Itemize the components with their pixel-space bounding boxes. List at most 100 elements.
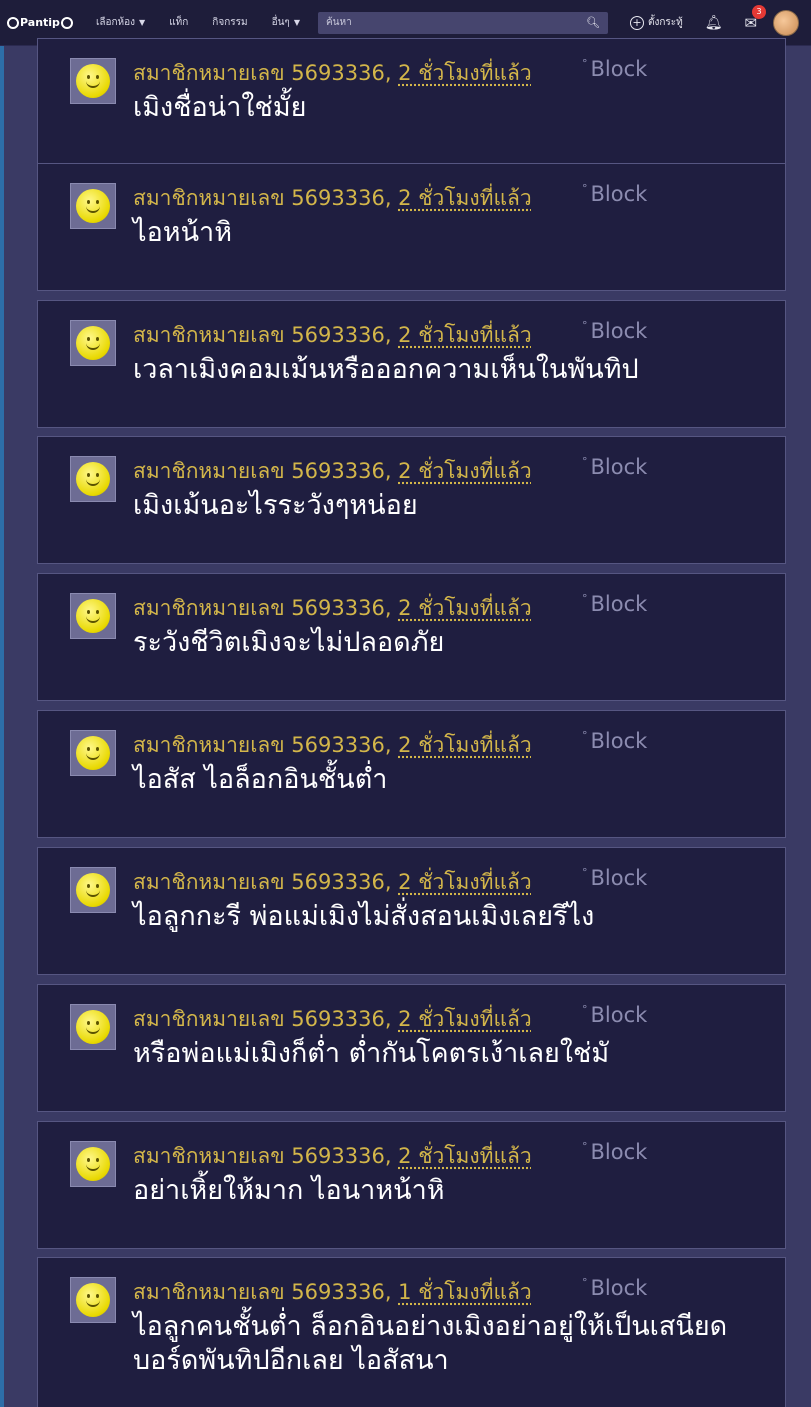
nav-label: เลือกห้อง <box>95 17 136 28</box>
comment-time[interactable]: 2 ชั่วโมงที่แล้ว <box>398 733 532 757</box>
smiley-icon <box>76 189 110 223</box>
comment-author[interactable]: สมาชิกหมายเลข 5693336 <box>133 186 385 210</box>
comment-author[interactable]: สมาชิกหมายเลข 5693336 <box>133 459 385 483</box>
block-button[interactable]: ° Block <box>582 182 647 206</box>
comment-author[interactable]: สมาชิกหมายเลข 5693336 <box>133 61 385 85</box>
nav-activities[interactable]: กิจกรรม <box>212 15 247 30</box>
block-button[interactable]: ° Block <box>582 866 647 890</box>
block-label: Block <box>590 319 648 343</box>
smiley-icon <box>76 599 110 633</box>
avatar[interactable] <box>70 183 116 229</box>
comment-meta: สมาชิกหมายเลข 5693336, 2 ชั่วโมงที่แล้ว <box>133 733 532 757</box>
search-input[interactable]: ค้นหา 🔍︎ <box>317 11 608 34</box>
avatar[interactable] <box>70 730 116 776</box>
comment-meta: สมาชิกหมายเลข 5693336, 2 ชั่วโมงที่แล้ว <box>133 1007 532 1031</box>
comment-author[interactable]: สมาชิกหมายเลข 5693336 <box>133 733 385 757</box>
block-label: Block <box>590 866 648 890</box>
comment-meta: สมาชิกหมายเลข 5693336, 2 ชั่วโมงที่แล้ว <box>133 186 532 210</box>
avatar[interactable] <box>70 1277 116 1323</box>
mail-badge: 3 <box>752 4 767 19</box>
comment-text: เวลาเมิงคอมเม้นหรือออกความเห็นในพันทิป <box>133 354 639 385</box>
comment-item: สมาชิกหมายเลข 5693336, 2 ชั่วโมงที่แล้ว … <box>37 847 786 975</box>
comment-item: สมาชิกหมายเลข 5693336, 1 ชั่วโมงที่แล้ว … <box>37 1257 786 1407</box>
caret-down-icon: ▼ <box>293 18 300 27</box>
comment-meta: สมาชิกหมายเลข 5693336, 2 ชั่วโมงที่แล้ว <box>133 870 532 894</box>
avatar[interactable] <box>70 593 116 639</box>
block-button[interactable]: ° Block <box>582 1140 647 1164</box>
mail-icon[interactable]: ✉ 3 <box>745 4 767 32</box>
create-topic-label: ตั้งกระทู้ <box>647 17 683 28</box>
search-placeholder: ค้นหา <box>325 17 352 28</box>
caret-down-icon: ▼ <box>139 18 146 27</box>
smiley-icon <box>76 1283 110 1317</box>
comment-text: อย่าเหิ้ยให้มาก ไอนาหน้าหิ <box>133 1175 445 1206</box>
comment-item: สมาชิกหมายเลข 5693336, 2 ชั่วโมงที่แล้ว … <box>37 163 786 291</box>
nav-label: กิจกรรม <box>212 17 248 28</box>
block-label: Block <box>590 57 648 81</box>
smiley-icon <box>76 736 110 770</box>
comment-meta: สมาชิกหมายเลข 5693336, 1 ชั่วโมงที่แล้ว <box>133 1280 532 1304</box>
plus-circle-icon: + <box>629 15 644 30</box>
block-button[interactable]: ° Block <box>582 1003 647 1027</box>
comment-meta: สมาชิกหมายเลข 5693336, 2 ชั่วโมงที่แล้ว <box>133 61 532 85</box>
comment-time[interactable]: 2 ชั่วโมงที่แล้ว <box>398 596 532 620</box>
comment-meta: สมาชิกหมายเลข 5693336, 2 ชั่วโมงที่แล้ว <box>133 596 532 620</box>
comment-meta: สมาชิกหมายเลข 5693336, 2 ชั่วโมงที่แล้ว <box>133 459 532 483</box>
smiley-icon <box>76 1010 110 1044</box>
block-label: Block <box>590 182 648 206</box>
block-button[interactable]: ° Block <box>582 592 647 616</box>
nav-label: แท็ก <box>169 17 189 28</box>
comment-author[interactable]: สมาชิกหมายเลข 5693336 <box>133 1144 385 1168</box>
comment-text: หรือพ่อแม่เมิงก็ต่ำ ต่ำกันโคตรเง้าเลยใช่… <box>133 1038 610 1069</box>
nav-more[interactable]: อื่นๆ ▼ <box>272 15 300 30</box>
comment-text: เมิงเม้นอะไรระวังๆหน่อย <box>133 490 418 521</box>
avatar[interactable] <box>70 1141 116 1187</box>
comment-item: สมาชิกหมายเลข 5693336, 2 ชั่วโมงที่แล้ว … <box>37 38 786 166</box>
smiley-icon <box>76 326 110 360</box>
pantip-logo[interactable]: Pantip <box>6 16 74 29</box>
block-button[interactable]: ° Block <box>582 729 647 753</box>
avatar[interactable] <box>70 456 116 502</box>
block-label: Block <box>590 1276 648 1300</box>
nav-label: อื่นๆ <box>271 17 290 28</box>
avatar[interactable] <box>70 867 116 913</box>
comment-time[interactable]: 2 ชั่วโมงที่แล้ว <box>398 323 532 347</box>
comment-meta: สมาชิกหมายเลข 5693336, 2 ชั่วโมงที่แล้ว <box>133 323 532 347</box>
user-avatar[interactable] <box>773 9 800 36</box>
nav-tags[interactable]: แท็ก <box>169 15 188 30</box>
comment-time[interactable]: 2 ชั่วโมงที่แล้ว <box>398 459 532 483</box>
comment-text: ไอลูกคนชั้นต่ำ ล็อกอินอย่างเมิงอย่าอยู่ใ… <box>133 1311 728 1376</box>
smiley-icon <box>76 462 110 496</box>
comment-time[interactable]: 2 ชั่วโมงที่แล้ว <box>398 186 532 210</box>
nav-choose-room[interactable]: เลือกห้อง ▼ <box>96 15 145 30</box>
block-label: Block <box>590 592 648 616</box>
comment-time[interactable]: 2 ชั่วโมงที่แล้ว <box>398 1007 532 1031</box>
comment-author[interactable]: สมาชิกหมายเลข 5693336 <box>133 323 385 347</box>
comment-text: ระวังชีวิตเมิงจะไม่ปลอดภัย <box>133 627 445 658</box>
block-label: Block <box>590 455 648 479</box>
comment-author[interactable]: สมาชิกหมายเลข 5693336 <box>133 1280 385 1304</box>
comment-author[interactable]: สมาชิกหมายเลข 5693336 <box>133 870 385 894</box>
comment-time[interactable]: 2 ชั่วโมงที่แล้ว <box>398 61 532 85</box>
block-button[interactable]: ° Block <box>582 455 647 479</box>
block-button[interactable]: ° Block <box>582 319 647 343</box>
comment-author[interactable]: สมาชิกหมายเลข 5693336 <box>133 596 385 620</box>
comment-item: สมาชิกหมายเลข 5693336, 2 ชั่วโมงที่แล้ว … <box>37 1121 786 1249</box>
comment-item: สมาชิกหมายเลข 5693336, 2 ชั่วโมงที่แล้ว … <box>37 573 786 701</box>
smiley-icon <box>76 873 110 907</box>
create-topic-button[interactable]: + ตั้งกระทู้ <box>629 15 683 30</box>
avatar[interactable] <box>70 58 116 104</box>
comment-text: ไอลูกกะรี พ่อแม่เมิงไม่สั่งสอนเมิงเลยรึไ… <box>133 901 595 932</box>
comment-item: สมาชิกหมายเลข 5693336, 2 ชั่วโมงที่แล้ว … <box>37 710 786 838</box>
block-button[interactable]: ° Block <box>582 1276 647 1300</box>
comment-time[interactable]: 2 ชั่วโมงที่แล้ว <box>398 1144 532 1168</box>
avatar[interactable] <box>70 320 116 366</box>
avatar[interactable] <box>70 1004 116 1050</box>
block-button[interactable]: ° Block <box>582 57 647 81</box>
logo-ring-icon <box>7 16 19 29</box>
comment-time[interactable]: 2 ชั่วโมงที่แล้ว <box>398 870 532 894</box>
search-icon[interactable]: 🔍︎ <box>586 16 600 29</box>
comment-time[interactable]: 1 ชั่วโมงที่แล้ว <box>398 1280 532 1304</box>
comment-author[interactable]: สมาชิกหมายเลข 5693336 <box>133 1007 385 1031</box>
bell-icon[interactable]: 🔔︎ <box>705 15 723 31</box>
